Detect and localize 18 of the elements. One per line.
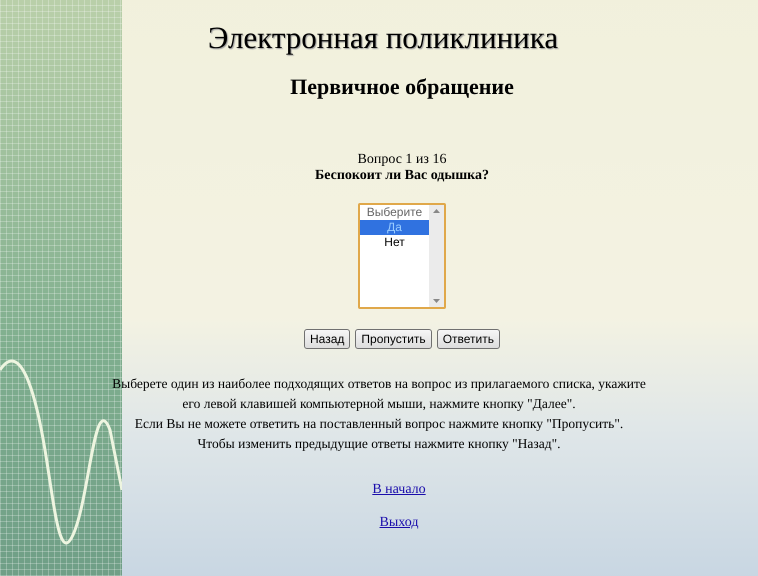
answer-button[interactable]: Ответить [436, 329, 500, 349]
home-link[interactable]: В начало [332, 482, 426, 498]
question-text: Беспокоит ли Вас одышка? [314, 168, 489, 184]
instruction-text: Чтобы изменить предыдущие ответы нажмите кнопку "Назад". [198, 435, 560, 453]
answer-option[interactable]: Нет [360, 235, 429, 250]
scrollbar[interactable] [429, 205, 444, 307]
instruction-text: Выберете один из наиболее подходящих ответов на вопрос из прилагаемого списка, укажите [112, 375, 646, 393]
back-button[interactable]: Назад [304, 329, 350, 349]
page-title: Электронная поликлиника [208, 20, 558, 56]
answer-option: Выберите [360, 205, 429, 220]
instruction-text: его левой клавишей компьютерной мыши, нажмите кнопку "Далее". [182, 395, 576, 413]
scroll-up-icon[interactable] [433, 209, 440, 213]
instruction-text: Если Вы не можете ответить на поставленный вопрос нажмите кнопку "Пропусить". [134, 415, 624, 433]
skip-button[interactable]: Пропустить [355, 329, 432, 349]
scroll-down-icon[interactable] [433, 299, 440, 303]
question-counter: Вопрос 1 из 16 [358, 152, 446, 168]
page-subtitle: Первичное обращение [290, 74, 514, 100]
exit-link[interactable]: Выход [340, 515, 418, 531]
